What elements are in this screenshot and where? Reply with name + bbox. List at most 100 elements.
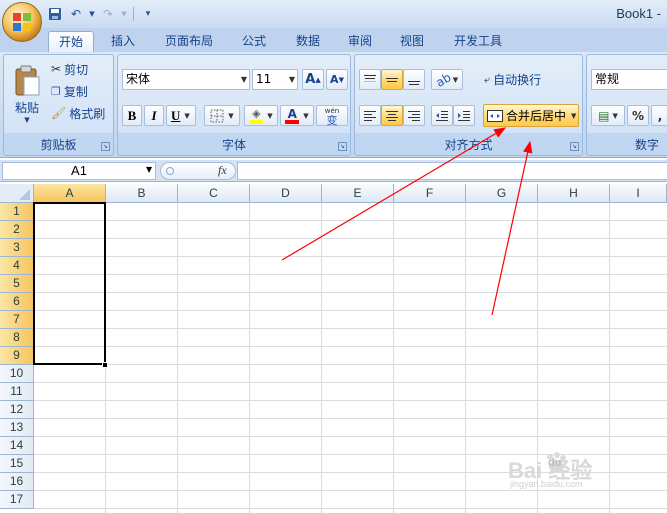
font-group: 宋体 ▼ 11 ▼ A ▲ A ▼ B I U ▼ ▼ ◈ ▼ A ▼ wén …: [117, 54, 351, 156]
tab-home[interactable]: 开始: [48, 31, 94, 52]
row-header-11[interactable]: 11: [0, 383, 34, 401]
align-right-button[interactable]: [403, 105, 425, 126]
column-header-g[interactable]: G: [466, 184, 538, 203]
alignment-launcher-icon[interactable]: ↘: [570, 142, 579, 151]
align-left-button[interactable]: [359, 105, 381, 126]
row-header-9[interactable]: 9: [0, 347, 34, 365]
selected-range[interactable]: [33, 202, 106, 365]
office-button[interactable]: [2, 2, 42, 42]
copy-icon: ❐: [51, 84, 61, 98]
increase-indent-button[interactable]: [453, 105, 475, 126]
comma-style-button[interactable]: ,: [651, 105, 667, 126]
save-icon[interactable]: [46, 5, 64, 23]
number-format-value: 常规: [595, 72, 620, 86]
undo-dropdown-icon[interactable]: ▼: [88, 5, 96, 23]
redo-icon[interactable]: ↷: [99, 5, 117, 23]
align-center-button[interactable]: [381, 105, 403, 126]
column-header-f[interactable]: F: [394, 184, 466, 203]
column-header-d[interactable]: D: [250, 184, 322, 203]
cut-button[interactable]: ✂ 剪切: [50, 59, 110, 79]
font-size-dropdown-icon[interactable]: ▼: [289, 70, 295, 89]
fill-color-button[interactable]: ◈ ▼: [244, 105, 278, 126]
copy-button[interactable]: ❐ 复制: [50, 81, 110, 101]
align-middle-icon: [386, 77, 398, 82]
tab-formulas[interactable]: 公式: [232, 31, 276, 52]
column-header-e[interactable]: E: [322, 184, 394, 203]
merge-center-dropdown-icon[interactable]: ▼: [571, 112, 576, 120]
wrap-text-button[interactable]: ⤶ 自动换行: [483, 69, 579, 90]
row-header-15[interactable]: 15: [0, 455, 34, 473]
shrink-font-button[interactable]: A ▼: [326, 69, 348, 90]
column-header-h[interactable]: H: [538, 184, 610, 203]
select-all-corner[interactable]: [0, 184, 34, 203]
borders-button[interactable]: ▼: [204, 105, 240, 126]
column-header-i[interactable]: I: [610, 184, 667, 203]
insert-function-icon[interactable]: fx: [218, 163, 227, 178]
italic-button[interactable]: I: [144, 105, 164, 126]
accounting-format-button[interactable]: ▤ ▼: [591, 105, 625, 126]
align-bottom-button[interactable]: [403, 69, 425, 90]
tab-data[interactable]: 数据: [286, 31, 330, 52]
paste-button[interactable]: 粘贴 ▼: [8, 58, 46, 130]
merge-center-label: 合并后居中: [506, 109, 567, 123]
tab-view[interactable]: 视图: [392, 31, 432, 52]
font-color-button[interactable]: A ▼: [280, 105, 314, 126]
formula-input[interactable]: [237, 162, 667, 180]
row-header-16[interactable]: 16: [0, 473, 34, 491]
watermark-du: du: [548, 457, 562, 469]
tab-review[interactable]: 审阅: [340, 31, 380, 52]
font-launcher-icon[interactable]: ↘: [338, 142, 347, 151]
row-header-2[interactable]: 2: [0, 221, 34, 239]
font-group-label: 字体: [221, 138, 246, 152]
clipboard-group: 粘贴 ▼ ✂ 剪切 ❐ 复制 🖌 格式刷 剪贴板 ↘: [3, 54, 114, 156]
orientation-button[interactable]: ab ▼: [431, 69, 463, 90]
column-header-a[interactable]: A: [34, 184, 106, 203]
row-header-10[interactable]: 10: [0, 365, 34, 383]
row-header-1[interactable]: 1: [0, 203, 34, 221]
row-header-8[interactable]: 8: [0, 329, 34, 347]
percent-style-button[interactable]: %: [627, 105, 649, 126]
undo-icon[interactable]: ↶: [67, 5, 85, 23]
row-header-5[interactable]: 5: [0, 275, 34, 293]
underline-dropdown-icon: ▼: [184, 111, 190, 120]
name-box[interactable]: A1: [2, 162, 156, 180]
ribbon-tabs: 开始 插入 页面布局 公式 数据 审阅 视图 开发工具: [0, 28, 667, 52]
row-header-14[interactable]: 14: [0, 437, 34, 455]
grow-font-button[interactable]: A ▲: [302, 69, 324, 90]
row-header-17[interactable]: 17: [0, 491, 34, 509]
customize-qat-icon[interactable]: ▾: [139, 5, 157, 23]
column-header-c[interactable]: C: [178, 184, 250, 203]
watermark-url: jingyan.baidu.com: [510, 479, 583, 489]
row-header-7[interactable]: 7: [0, 311, 34, 329]
tab-insert[interactable]: 插入: [100, 31, 146, 52]
resize-handle-icon[interactable]: [165, 166, 175, 176]
column-header-b[interactable]: B: [106, 184, 178, 203]
tab-page-layout[interactable]: 页面布局: [156, 31, 222, 52]
clipboard-launcher-icon[interactable]: ↘: [101, 142, 110, 151]
align-top-button[interactable]: [359, 69, 381, 90]
row-header-12[interactable]: 12: [0, 401, 34, 419]
row-header-13[interactable]: 13: [0, 419, 34, 437]
row-header-3[interactable]: 3: [0, 239, 34, 257]
underline-button[interactable]: U ▼: [166, 105, 196, 126]
tab-developer[interactable]: 开发工具: [446, 31, 510, 52]
number-format-combo[interactable]: 常规: [591, 69, 667, 90]
align-middle-button[interactable]: [381, 69, 403, 90]
fill-handle[interactable]: [102, 362, 108, 368]
window-title: Book1 -: [616, 6, 661, 21]
font-name-combo[interactable]: 宋体 ▼: [122, 69, 250, 90]
font-name-dropdown-icon[interactable]: ▼: [241, 70, 247, 89]
redo-dropdown-icon[interactable]: ▼: [120, 5, 128, 23]
name-box-dropdown-icon[interactable]: ▼: [146, 165, 152, 174]
decrease-indent-button[interactable]: [431, 105, 453, 126]
copy-label: 复制: [63, 84, 88, 99]
format-painter-button[interactable]: 🖌 格式刷: [50, 103, 112, 123]
font-size-combo[interactable]: 11 ▼: [252, 69, 298, 90]
number-group: 常规 ▤ ▼ % , 数字: [586, 54, 667, 156]
merge-center-button[interactable]: 合并后居中 ▼: [483, 104, 579, 127]
align-center-icon: [386, 110, 398, 121]
row-header-6[interactable]: 6: [0, 293, 34, 311]
phonetic-button[interactable]: wén 变: [316, 105, 348, 126]
row-header-4[interactable]: 4: [0, 257, 34, 275]
bold-button[interactable]: B: [122, 105, 142, 126]
